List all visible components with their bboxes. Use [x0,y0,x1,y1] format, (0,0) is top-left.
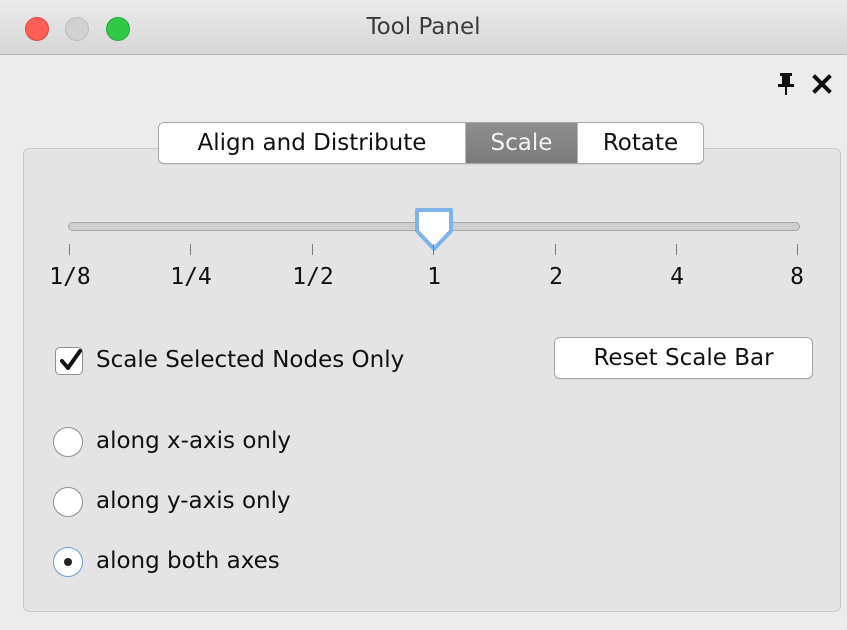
radio-along-x-axis[interactable] [53,427,83,457]
slider-tick [312,244,313,255]
pin-icon[interactable] [776,72,796,96]
slider-tick [433,244,434,255]
tab-align-and-distribute[interactable]: Align and Distribute [159,123,465,163]
slider-tick-label: 8 [790,264,804,290]
slider-tick [69,244,70,255]
radio-label-along-x-axis[interactable]: along x-axis only [96,428,291,454]
checkmark-icon [60,349,82,370]
slider-tick-label: 4 [670,264,684,290]
tab-rotate[interactable]: Rotate [577,123,703,163]
radio-label-along-y-axis[interactable]: along y-axis only [96,488,291,514]
radio-label-along-both-axes[interactable]: along both axes [96,548,280,574]
slider-tick-label: 2 [549,264,563,290]
scale-slider-thumb[interactable] [413,207,455,253]
radio-along-y-axis[interactable] [53,487,83,517]
radio-along-both-axes[interactable] [53,547,83,577]
slider-tick-label: 1/4 [170,264,212,290]
scale-selected-only-label[interactable]: Scale Selected Nodes Only [96,347,404,373]
window-title: Tool Panel [366,14,481,40]
slider-tick-label: 1/2 [292,264,334,290]
slider-tick [797,244,798,255]
slider-tick [676,244,677,255]
radio-selected-dot [64,558,72,566]
close-icon[interactable] [811,73,833,95]
scale-selected-only-checkbox[interactable] [55,347,83,375]
slider-tick-label: 1/8 [49,264,91,290]
slider-tick-label: 1 [427,264,441,290]
slider-tick [190,244,191,255]
tab-bar: Align and Distribute Scale Rotate [158,122,704,164]
title-bar: Tool Panel [0,0,847,55]
slider-tick [555,244,556,255]
tab-scale[interactable]: Scale [465,123,577,163]
reset-scale-bar-button[interactable]: Reset Scale Bar [554,337,813,379]
